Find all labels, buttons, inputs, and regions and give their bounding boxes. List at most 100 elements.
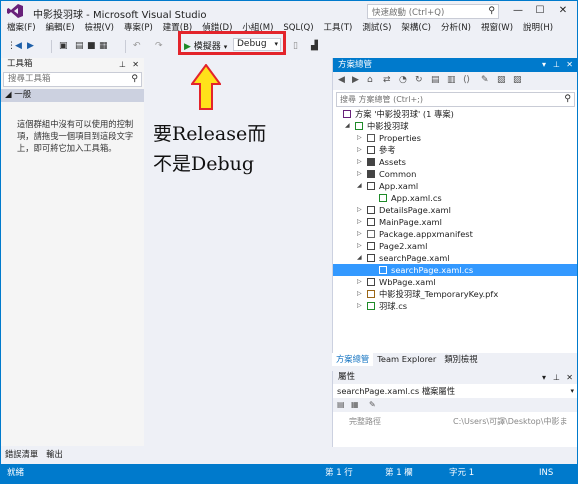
view-class-diagram-icon[interactable]: ▨ — [513, 75, 522, 85]
close-icon[interactable]: ✕ — [566, 58, 573, 72]
menu-architecture[interactable]: 架構(C) — [396, 21, 436, 35]
close-icon[interactable]: ✕ — [566, 371, 573, 384]
solution-explorer-title-bar: 方案總管 ▾ ⊥ ✕ — [333, 58, 577, 72]
expand-arrow-icon[interactable]: ▷ — [357, 156, 362, 168]
solution-explorer-title: 方案總管 — [338, 60, 373, 70]
collapse-arrow-icon[interactable]: ◢ — [345, 120, 350, 132]
forward-icon[interactable]: ▶ — [352, 75, 359, 85]
tree-node[interactable]: ◢ 中影投羽球 — [333, 120, 577, 132]
menu-edit[interactable]: 編輯(E) — [41, 21, 80, 35]
categorized-icon[interactable]: ▤ — [337, 400, 345, 409]
tree-node[interactable]: ▷ Package.appxmanifest — [333, 228, 577, 240]
cs-file-icon — [379, 266, 387, 274]
expand-arrow-icon[interactable]: ▷ — [357, 228, 362, 240]
chevron-down-icon[interactable]: ▾ — [224, 43, 228, 51]
menu-tools[interactable]: 工具(T) — [319, 21, 358, 35]
maximize-button[interactable]: ☐ — [533, 4, 547, 17]
pin-icon[interactable]: ⊥ — [553, 58, 560, 72]
close-icon[interactable]: ✕ — [132, 58, 139, 71]
pin-icon[interactable]: ⊥ — [553, 371, 560, 384]
tab-error-list[interactable]: 錯誤清單 — [1, 447, 42, 461]
tree-node[interactable]: ▷ 中影投羽球_TemporaryKey.pfx — [333, 288, 577, 300]
collapse-all-icon[interactable]: ▤ — [431, 75, 440, 85]
show-all-files-icon[interactable]: ▥ — [447, 75, 456, 85]
collapse-arrow-icon[interactable]: ◢ — [357, 252, 362, 264]
window-title: 中影投羽球 - Microsoft Visual Studio — [33, 10, 207, 21]
tree-node[interactable]: ▷ DetailsPage.xaml — [333, 204, 577, 216]
menu-project[interactable]: 專案(P) — [119, 21, 158, 35]
expand-arrow-icon[interactable]: ▷ — [357, 144, 362, 156]
expand-arrow-icon[interactable]: ▷ — [357, 168, 362, 180]
toolbox-group-general[interactable]: ◢ 一般 — [1, 89, 144, 102]
run-button[interactable]: ▶ 模擬器 ▾ — [184, 39, 227, 52]
sync-icon[interactable]: ⇄ — [383, 75, 391, 85]
tree-node[interactable]: searchPage.xaml.cs — [333, 264, 577, 276]
tree-node[interactable]: ▷ WbPage.xaml — [333, 276, 577, 288]
xaml-file-icon — [367, 278, 375, 286]
property-row[interactable]: 完整路徑 C:\Users\可譯\Desktop\中影ま — [333, 416, 577, 428]
view-code-icon[interactable]: ⟨⟩ — [463, 75, 470, 85]
tree-node[interactable]: ▷ Assets — [333, 156, 577, 168]
home-icon[interactable]: ⌂ — [367, 75, 373, 85]
chevron-down-icon[interactable]: ▾ — [542, 58, 546, 72]
attach-icon[interactable]: ▟ — [311, 40, 318, 53]
refresh-icon[interactable]: ↻ — [415, 75, 423, 85]
save-all-icon[interactable]: ▦ — [99, 40, 108, 53]
bottom-tool-tabs: 錯誤清單 輸出 — [1, 447, 331, 461]
collapse-arrow-icon[interactable]: ◢ — [357, 180, 362, 192]
pending-changes-icon[interactable]: ◔ — [399, 75, 407, 85]
tab-output[interactable]: 輸出 — [42, 447, 67, 461]
preview-icon[interactable]: ▧ — [497, 75, 506, 85]
back-icon[interactable]: ◀ — [15, 40, 22, 53]
new-project-icon[interactable]: ▣ — [59, 40, 68, 53]
editor-area — [146, 58, 329, 446]
tree-node[interactable]: ◢ searchPage.xaml — [333, 252, 577, 264]
tab-solution-explorer[interactable]: 方案總管 — [332, 353, 374, 366]
expand-arrow-icon[interactable]: ▷ — [357, 132, 362, 144]
pin-icon[interactable]: ⊥ — [119, 58, 126, 71]
tree-node[interactable]: ▷ Page2.xaml — [333, 240, 577, 252]
property-pages-icon[interactable]: ✎ — [369, 400, 376, 409]
menu-view[interactable]: 檢視(V) — [80, 21, 119, 35]
expand-arrow-icon[interactable]: ▷ — [357, 240, 362, 252]
solution-explorer-search-input[interactable]: 搜尋 方案總管 (Ctrl+;) ⚲ — [336, 92, 575, 107]
expand-arrow-icon[interactable]: ▷ — [357, 204, 362, 216]
tree-node[interactable]: 方案 '中影投羽球' (1 專案) — [333, 108, 577, 120]
open-file-icon[interactable]: ▤ — [75, 40, 84, 53]
back-icon[interactable]: ◀ — [338, 75, 345, 85]
tree-node[interactable]: App.xaml.cs — [333, 192, 577, 204]
menu-analyze[interactable]: 分析(N) — [436, 21, 476, 35]
tree-node[interactable]: ▷ 羽球.cs — [333, 300, 577, 312]
chevron-down-icon[interactable]: ▾ — [542, 371, 546, 384]
close-button[interactable]: ✕ — [556, 4, 570, 17]
minimize-button[interactable]: — — [511, 4, 525, 17]
tab-team-explorer[interactable]: Team Explorer — [373, 353, 440, 366]
forward-icon[interactable]: ▶ — [27, 40, 34, 53]
redo-icon[interactable]: ↷ — [155, 40, 163, 53]
tree-node[interactable]: ▷ 參考 — [333, 144, 577, 156]
menu-help[interactable]: 說明(H) — [518, 21, 558, 35]
solution-configuration-dropdown[interactable]: Debug ▾ — [233, 38, 281, 51]
toolbox-search-input[interactable]: 搜尋工具箱 ⚲ — [3, 72, 142, 87]
tree-node[interactable]: ▷ Common — [333, 168, 577, 180]
menu-file[interactable]: 檔案(F) — [1, 21, 41, 35]
menu-window[interactable]: 視窗(W) — [476, 21, 518, 35]
undo-icon[interactable]: ↶ — [133, 40, 141, 53]
expand-arrow-icon[interactable]: ▷ — [357, 216, 362, 228]
toolbar-overflow-icon[interactable]: ▯ — [293, 40, 298, 53]
tree-node[interactable]: ◢ App.xaml — [333, 180, 577, 192]
expand-arrow-icon[interactable]: ▷ — [357, 276, 362, 288]
tree-node[interactable]: ▷ Properties — [333, 132, 577, 144]
properties-object-selector[interactable]: searchPage.xaml.cs 檔案屬性 ▾ — [333, 384, 577, 398]
tree-node[interactable]: ▷ MainPage.xaml — [333, 216, 577, 228]
save-icon[interactable]: ■ — [87, 40, 96, 53]
expand-arrow-icon[interactable]: ▷ — [357, 288, 362, 300]
properties-icon[interactable]: ✎ — [481, 75, 489, 85]
alphabetical-icon[interactable]: ▦ — [351, 400, 359, 409]
annotation-line-2: 不是Debug — [153, 153, 255, 175]
quick-launch-input[interactable]: 快速啟動 (Ctrl+Q) ⚲ — [367, 4, 499, 19]
tab-class-view[interactable]: 類別檢視 — [440, 353, 481, 366]
folder-icon — [367, 158, 375, 166]
expand-arrow-icon[interactable]: ▷ — [357, 300, 362, 312]
menu-test[interactable]: 測試(S) — [357, 21, 396, 35]
